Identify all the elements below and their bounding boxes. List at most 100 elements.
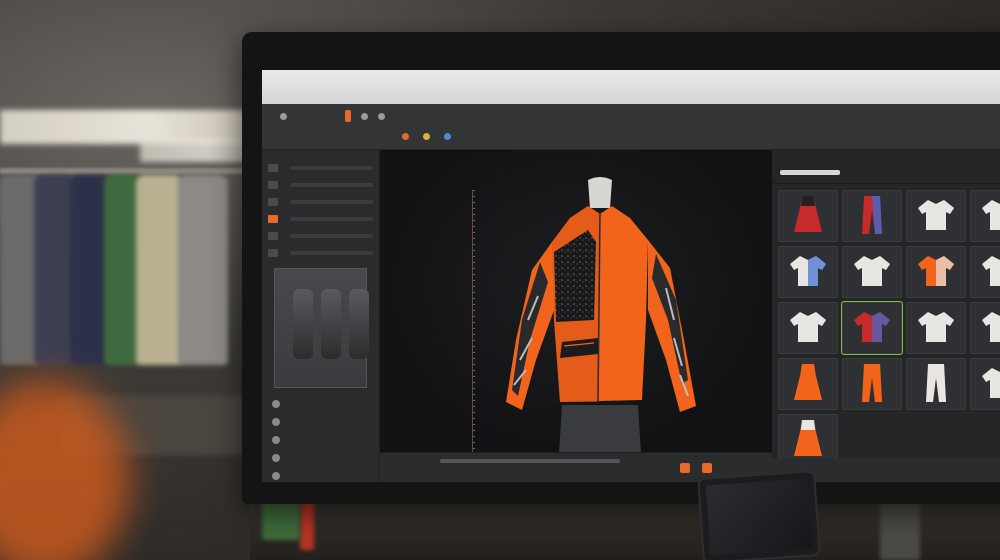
swatch-icon <box>268 215 278 223</box>
layer-icon <box>272 472 280 480</box>
tool-item[interactable] <box>545 130 551 142</box>
blouse-white-icon <box>914 194 958 238</box>
tablet-device <box>697 469 821 560</box>
layer-item[interactable] <box>272 432 369 448</box>
library-item[interactable] <box>970 358 1000 410</box>
tool-item[interactable] <box>485 130 491 142</box>
library-item[interactable] <box>778 302 838 354</box>
toolbar-menu-item[interactable] <box>411 110 417 122</box>
layer-icon <box>272 454 280 462</box>
library-item[interactable] <box>906 190 966 242</box>
layer-icon <box>272 418 280 426</box>
library-item[interactable] <box>970 302 1000 354</box>
library-item[interactable] <box>906 246 966 298</box>
shirt-white-blue-icon <box>786 250 830 294</box>
jacket-on-mannequin[interactable] <box>470 170 730 470</box>
property-value <box>290 200 373 204</box>
swatch-icon <box>268 181 278 189</box>
color-tool-icon[interactable] <box>402 132 409 140</box>
library-item[interactable] <box>841 301 903 355</box>
toolbar-menu-item[interactable] <box>297 110 303 122</box>
library-item[interactable] <box>970 246 1000 298</box>
mannequin-thumb-icon <box>293 289 313 359</box>
property-row[interactable] <box>268 212 373 226</box>
layer-item[interactable] <box>272 468 369 482</box>
library-item[interactable] <box>778 190 838 242</box>
swatch-icon <box>268 198 278 206</box>
property-value <box>290 251 373 255</box>
3d-viewport[interactable] <box>380 150 772 475</box>
play-button[interactable] <box>680 463 690 473</box>
property-row[interactable] <box>268 178 373 192</box>
layer-icon <box>272 400 280 408</box>
clothing-rack <box>0 168 250 174</box>
color-tool-icon[interactable] <box>444 132 451 140</box>
tablet-screen <box>705 478 813 556</box>
mannequin-thumb-icon <box>349 289 369 359</box>
library-grid <box>778 190 1000 466</box>
mannequin-thumb-icon <box>321 289 341 359</box>
hanging-garment <box>34 175 74 365</box>
property-value <box>290 234 373 238</box>
layer-item[interactable] <box>272 396 369 412</box>
trousers-red-blue-icon <box>852 192 892 240</box>
layer-item[interactable] <box>272 450 369 466</box>
toolbar-active-button[interactable] <box>345 110 351 122</box>
layer-item[interactable] <box>272 414 369 430</box>
shirt-white-icon <box>850 250 894 294</box>
monitor <box>242 32 1000 504</box>
jacket-orange-white-icon <box>914 250 958 294</box>
property-row[interactable] <box>268 195 373 209</box>
library-item[interactable] <box>906 302 966 354</box>
property-row[interactable] <box>268 246 373 260</box>
timeline-scrollbar[interactable] <box>440 459 620 463</box>
hanging-garment <box>104 175 140 365</box>
toolbar-menu-item[interactable] <box>395 110 401 122</box>
ceiling-light <box>140 140 250 162</box>
library-item[interactable] <box>842 246 902 298</box>
tool-item[interactable] <box>505 130 511 142</box>
library-item[interactable] <box>778 358 838 410</box>
swatch-icon <box>268 164 278 172</box>
property-value <box>290 183 373 187</box>
ceiling-light <box>0 110 250 144</box>
swatch-icon <box>268 249 278 257</box>
pantsuit-white-icon <box>916 360 956 408</box>
tool-item[interactable] <box>585 130 591 142</box>
mannequin-neck <box>588 177 612 208</box>
toolbar-menu-item[interactable] <box>329 110 335 122</box>
toolbar-menu-item[interactable] <box>427 110 433 122</box>
library-item[interactable] <box>842 358 902 410</box>
redo-icon[interactable] <box>378 112 385 120</box>
sweater-white-icon <box>914 306 958 350</box>
dress-orange-icon <box>788 360 828 408</box>
toolbar-row-primary <box>262 106 1000 126</box>
library-header <box>772 150 1000 184</box>
stop-button[interactable] <box>702 463 712 473</box>
window-control-icon[interactable] <box>280 112 287 120</box>
library-search-field[interactable] <box>780 170 840 175</box>
property-row[interactable] <box>268 229 373 243</box>
property-row[interactable] <box>268 161 373 175</box>
shirt-white-icon <box>786 306 830 350</box>
top-white-icon <box>978 194 1000 238</box>
toolbar-menu-item[interactable] <box>313 110 319 122</box>
undo-icon[interactable] <box>361 112 368 120</box>
library-item[interactable] <box>842 190 902 242</box>
library-item[interactable] <box>970 190 1000 242</box>
tool-item[interactable] <box>565 130 571 142</box>
color-tool-icon[interactable] <box>423 132 430 140</box>
jumpsuit-orange-icon <box>852 360 892 408</box>
library-item[interactable] <box>906 358 966 410</box>
swatch-icon <box>268 232 278 240</box>
left-properties-panel <box>262 150 380 482</box>
tool-item[interactable] <box>525 130 531 142</box>
tool-item[interactable] <box>465 130 471 142</box>
hanging-garment <box>178 175 228 365</box>
skirt-white-orange-icon <box>788 416 828 464</box>
library-item[interactable] <box>778 246 838 298</box>
swimsuit-red-blue-icon <box>850 306 894 350</box>
garment-preview-thumbnail[interactable] <box>274 268 369 388</box>
top-white-icon <box>978 250 1000 294</box>
design-app-window <box>262 70 1000 482</box>
